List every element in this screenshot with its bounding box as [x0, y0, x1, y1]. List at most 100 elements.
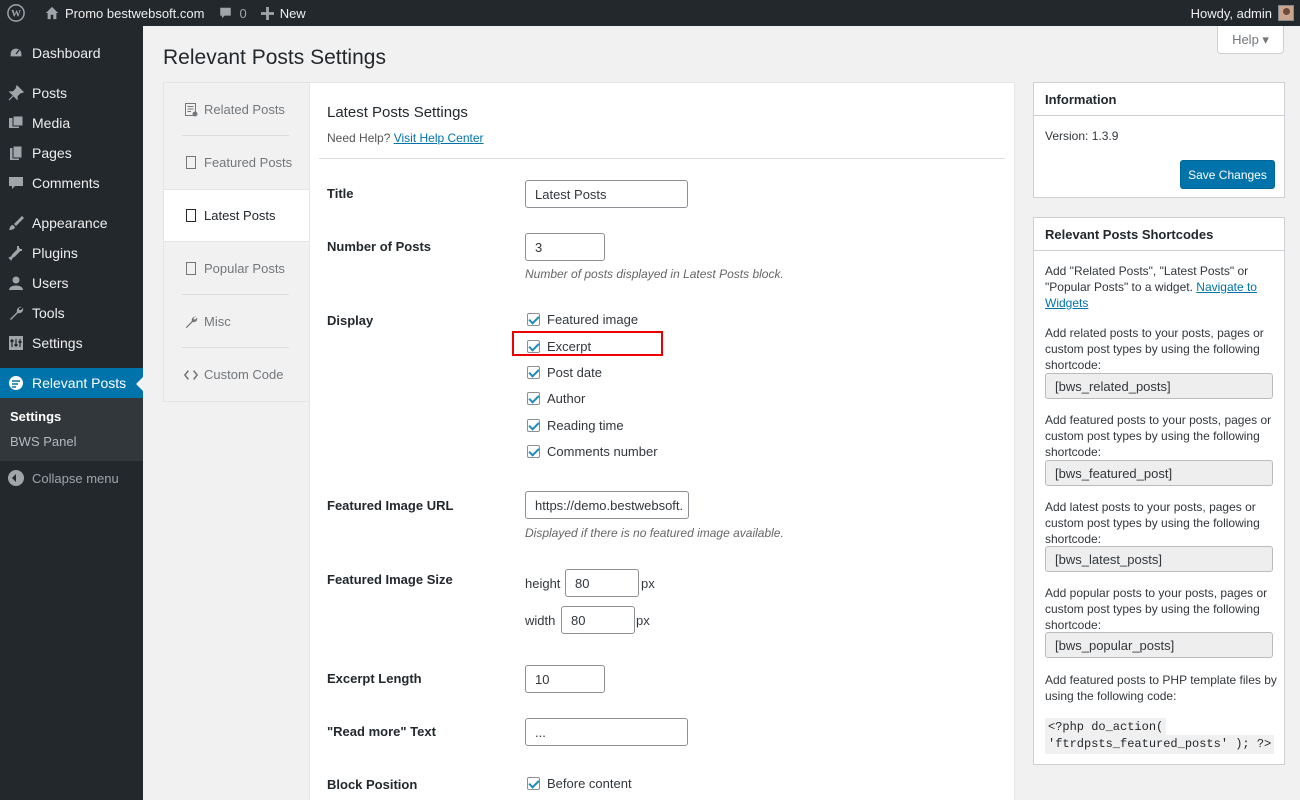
- featured-image-checkbox[interactable]: Featured image: [527, 312, 638, 327]
- howdy-text: Howdy, admin: [1190, 5, 1272, 21]
- checkbox-checked[interactable]: [527, 777, 540, 790]
- excerpt-length-label: Excerpt Length: [327, 671, 422, 686]
- submenu-bws-panel[interactable]: BWS Panel: [0, 429, 143, 454]
- block-position-label: Block Position: [327, 777, 418, 792]
- related-shortcode-field[interactable]: [bws_related_posts]: [1045, 373, 1273, 399]
- admin-sidebar: Dashboard Posts Media Pages Comments App…: [0, 26, 144, 800]
- menu-settings[interactable]: Settings: [0, 328, 143, 358]
- menu-relevant-posts[interactable]: Relevant Posts: [0, 368, 144, 398]
- latest-shortcode-field[interactable]: [bws_latest_posts]: [1045, 546, 1273, 572]
- number-of-posts-description: Number of posts displayed in Latest Post…: [525, 267, 784, 281]
- page-title: Relevant Posts Settings: [163, 46, 386, 69]
- site-name-link[interactable]: Promo bestwebsoft.com: [38, 0, 211, 26]
- save-changes-button[interactable]: Save Changes: [1180, 160, 1275, 189]
- title-label: Title: [327, 186, 354, 201]
- tab-related-posts[interactable]: Related Posts: [164, 83, 309, 136]
- plus-icon: [260, 6, 274, 20]
- checkbox-checked[interactable]: [527, 392, 540, 405]
- comments-number-checkbox[interactable]: Comments number: [527, 444, 658, 459]
- height-input[interactable]: 80: [565, 569, 639, 597]
- information-title: Information: [1034, 83, 1284, 116]
- wordpress-logo-icon[interactable]: W: [0, 0, 38, 26]
- comment-icon: [220, 7, 232, 19]
- width-input[interactable]: 80: [561, 606, 635, 634]
- php-code-text: Add featured posts to PHP template files…: [1045, 673, 1277, 703]
- checkbox-checked[interactable]: [527, 445, 540, 458]
- page-icon: [184, 262, 198, 276]
- menu-tools[interactable]: Tools: [0, 298, 143, 328]
- menu-pages[interactable]: Pages: [0, 138, 143, 168]
- post-date-checkbox[interactable]: Post date: [527, 365, 602, 380]
- menu-plugins[interactable]: Plugins: [0, 238, 143, 268]
- number-of-posts-input[interactable]: 3: [525, 233, 605, 261]
- collapse-menu-button[interactable]: Collapse menu: [0, 463, 143, 493]
- section-title: Latest Posts Settings: [327, 104, 468, 121]
- menu-label: Tools: [32, 305, 65, 321]
- menu-label: Plugins: [32, 245, 78, 261]
- shortcodes-title: Relevant Posts Shortcodes: [1034, 218, 1284, 251]
- menu-posts[interactable]: Posts: [0, 78, 143, 108]
- comment-icon: [8, 175, 24, 191]
- help-center-link[interactable]: Visit Help Center: [394, 131, 484, 145]
- before-content-checkbox[interactable]: Before content: [527, 776, 632, 791]
- checkbox-checked[interactable]: [527, 366, 540, 379]
- checkbox-checked[interactable]: [527, 419, 540, 432]
- tab-latest-posts[interactable]: Latest Posts: [164, 189, 310, 242]
- brush-icon: [8, 215, 24, 231]
- checkbox-checked[interactable]: [527, 313, 540, 326]
- comments-link[interactable]: 0: [211, 0, 253, 26]
- checkbox-label: Featured image: [547, 312, 639, 327]
- tab-misc[interactable]: Misc: [164, 295, 309, 348]
- new-content-link[interactable]: New: [254, 0, 313, 26]
- menu-appearance[interactable]: Appearance: [0, 208, 143, 238]
- settings-icon: [8, 335, 24, 351]
- checkbox-label: Comments number: [547, 444, 658, 459]
- reading-time-checkbox[interactable]: Reading time: [527, 418, 624, 433]
- read-more-label: "Read more" Text: [327, 724, 436, 739]
- display-label: Display: [327, 313, 374, 328]
- tab-label: Popular Posts: [204, 261, 285, 276]
- checkbox-label: Before content: [547, 776, 632, 791]
- width-label: width: [525, 613, 556, 628]
- height-label: height: [525, 576, 561, 591]
- menu-dashboard[interactable]: Dashboard: [0, 38, 143, 68]
- menu-label: Appearance: [32, 215, 108, 231]
- shortcodes-intro: Add "Related Posts", "Latest Posts" or "…: [1045, 263, 1277, 311]
- menu-users[interactable]: Users: [0, 268, 143, 298]
- featured-shortcode-field[interactable]: [bws_featured_post]: [1045, 460, 1273, 486]
- help-button[interactable]: Help ▾: [1217, 26, 1284, 54]
- number-of-posts-label: Number of Posts: [327, 239, 432, 254]
- excerpt-length-input[interactable]: 10: [525, 665, 605, 693]
- site-name: Promo bestwebsoft.com: [65, 5, 205, 21]
- php-code-line-2: 'ftrdpsts_featured_posts' ); ?>: [1045, 735, 1275, 754]
- new-label: New: [279, 5, 306, 21]
- popular-shortcode-field[interactable]: [bws_popular_posts]: [1045, 632, 1273, 658]
- tab-custom-code[interactable]: Custom Code: [164, 348, 309, 401]
- wrench-icon: [184, 315, 198, 329]
- author-checkbox[interactable]: Author: [527, 391, 585, 406]
- my-account-link[interactable]: Howdy, admin: [1184, 0, 1300, 26]
- submenu-settings[interactable]: Settings: [0, 404, 143, 429]
- menu-comments[interactable]: Comments: [0, 168, 143, 198]
- comments-count: 0: [239, 5, 247, 21]
- tab-label: Custom Code: [204, 367, 284, 382]
- tab-featured-posts[interactable]: Featured Posts: [164, 136, 309, 189]
- bws-icon: [8, 375, 24, 391]
- width-unit: px: [636, 613, 650, 628]
- title-input[interactable]: Latest Posts: [525, 180, 688, 208]
- menu-label: Users: [32, 275, 69, 291]
- user-icon: [8, 275, 24, 291]
- read-more-input[interactable]: ...: [525, 718, 688, 746]
- featured-image-url-input[interactable]: https://demo.bestwebsoft.: [525, 491, 689, 519]
- tab-label: Misc: [204, 314, 231, 329]
- tab-label: Featured Posts: [204, 155, 293, 170]
- avatar: [1278, 5, 1294, 21]
- menu-media[interactable]: Media: [0, 108, 143, 138]
- plugin-icon: [8, 245, 24, 261]
- svg-text:W: W: [11, 9, 21, 20]
- menu-label: Comments: [32, 175, 100, 191]
- tab-popular-posts[interactable]: Popular Posts: [164, 242, 309, 295]
- menu-label: Relevant Posts: [32, 375, 127, 391]
- collapse-icon: [8, 470, 24, 486]
- pages-icon: [8, 145, 24, 161]
